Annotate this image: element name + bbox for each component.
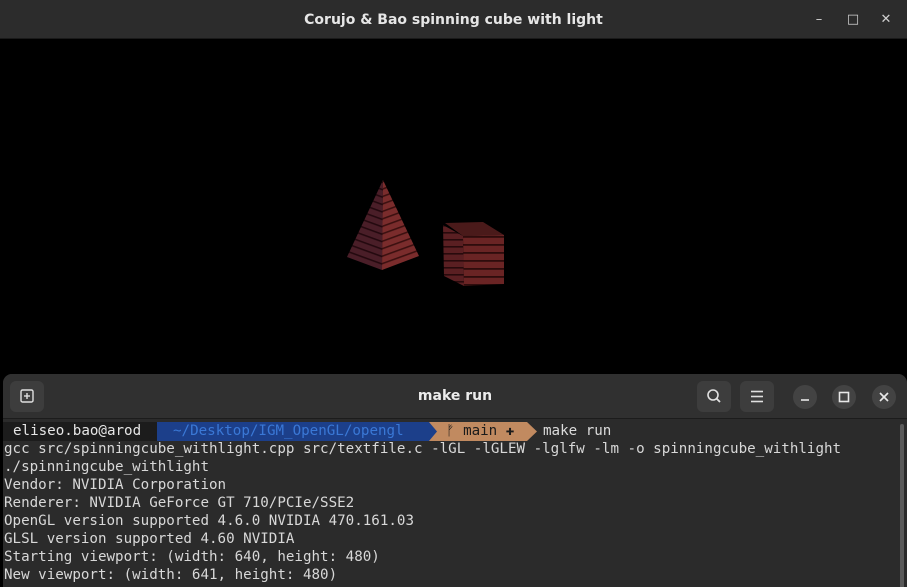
- hamburger-menu-icon: [751, 390, 763, 403]
- prompt-separator-icon: [527, 422, 537, 441]
- prompt-separator-icon: [429, 422, 439, 441]
- prompt-path: ~/Desktop/IGM_OpenGL/opengl: [157, 422, 429, 441]
- output-line: ./spinningcube_withlight: [4, 459, 209, 475]
- output-line: Vendor: NVIDIA Corporation: [4, 477, 227, 493]
- terminal-close-button[interactable]: [872, 385, 896, 409]
- prompt-branch: main: [463, 423, 498, 439]
- terminal-headerbar[interactable]: make run: [3, 374, 907, 419]
- terminal-minimize-button[interactable]: [793, 385, 817, 409]
- search-button[interactable]: [697, 381, 731, 412]
- terminal-scrollbar[interactable]: [900, 424, 904, 587]
- output-line: Starting viewport: (width: 640, height: …: [4, 549, 380, 565]
- git-status-icon: ✚: [505, 423, 515, 439]
- close-icon: [879, 392, 889, 402]
- git-branch-icon: ᚠ: [446, 423, 455, 439]
- gl-render-canvas[interactable]: [3, 39, 904, 374]
- gl-titlebar[interactable]: Corujo & Bao spinning cube with light – …: [0, 0, 907, 39]
- menu-button[interactable]: [740, 381, 774, 412]
- gl-minimize-button[interactable]: –: [808, 9, 830, 31]
- prompt-git-segment: ᚠ main ✚: [439, 422, 527, 441]
- output-line: GLSL version supported 4.60 NVIDIA: [4, 531, 295, 547]
- gl-maximize-button[interactable]: □: [842, 9, 864, 31]
- prompt-separator-icon: [147, 422, 157, 441]
- prompt-user: eliseo.bao@arod: [3, 422, 157, 441]
- terminal-maximize-button[interactable]: [832, 385, 856, 409]
- cube-object: [443, 222, 504, 286]
- gl-close-button[interactable]: ✕: [875, 9, 897, 31]
- minimize-icon: –: [815, 12, 823, 27]
- prompt-command: make run: [543, 423, 612, 439]
- terminal-output[interactable]: eliseo.bao@arod ~/Desktop/IGM_OpenGL/ope…: [3, 419, 907, 587]
- close-icon: ✕: [880, 12, 892, 27]
- output-line: OpenGL version supported 4.6.0 NVIDIA 47…: [4, 513, 414, 529]
- output-line: gcc src/spinningcube_withlight.cpp src/t…: [4, 441, 842, 457]
- output-line: Renderer: NVIDIA GeForce GT 710/PCIe/SSE…: [4, 495, 355, 511]
- pyramid-object: [347, 180, 419, 270]
- maximize-icon: [838, 391, 850, 403]
- search-icon: [707, 389, 721, 403]
- gl-window-title: Corujo & Bao spinning cube with light: [304, 12, 603, 28]
- terminal-window: make run eliseo.bao@arod ~/Desktop/IGM_O…: [3, 374, 907, 587]
- minimize-icon: [801, 399, 809, 401]
- rendered-scene: [347, 180, 504, 286]
- output-line: New viewport: (width: 641, height: 480): [4, 567, 338, 583]
- maximize-icon: □: [846, 12, 860, 27]
